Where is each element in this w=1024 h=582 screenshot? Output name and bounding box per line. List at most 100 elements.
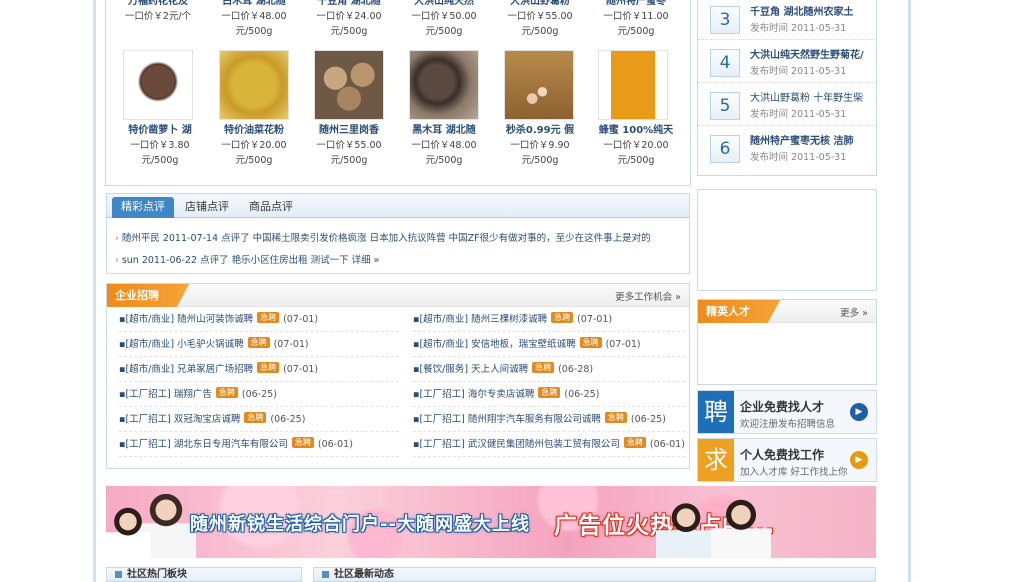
jobs-more-link[interactable]: 更多工作机会 »	[615, 289, 681, 303]
promo-employer[interactable]: 聘 企业免费找人才 欢迎注册发布招聘信息 ▶	[697, 390, 877, 434]
product-name[interactable]: 特价凿萝卜 湖	[114, 123, 206, 138]
ad-banner[interactable]: 随州新锐生活综合门户--大随网盛大上线 广告位火热抢占中...	[106, 486, 876, 558]
product-unit: 元/500g	[617, 155, 655, 166]
job-item[interactable]: ▪[工厂招工] 瑞翔广告 急聘 (06-25)	[119, 382, 399, 407]
product-unit: 元/500g	[330, 26, 368, 37]
tab-product-reviews[interactable]: 商品点评	[241, 197, 301, 218]
product-item[interactable]: 大洪山纯天然 一口价￥50.00 元/500g	[398, 0, 490, 39]
product-item[interactable]: 随州特产蜜枣 一口价￥11.00 元/500g	[590, 0, 682, 39]
product-item[interactable]: 随州三里岗香 一口价￥55.00 元/500g	[303, 123, 395, 168]
job-date: (06-25)	[270, 414, 306, 425]
product-name[interactable]: 白木耳 湖北随	[208, 0, 300, 9]
product-unit: 元/500g	[521, 155, 559, 166]
product-name[interactable]: 大洪山纯天然	[398, 0, 490, 9]
product-image-radish[interactable]	[123, 50, 193, 120]
review-item[interactable]: › 随州平民 2011-07-14 点评了 中国稀土限卖引发价格疯涨 日本加入抗…	[115, 230, 651, 244]
rank-title[interactable]: 随州特产蜜枣无核 洁肺	[750, 132, 874, 147]
job-title[interactable]: [工厂招工] 武汉健民集团随州包装工贸有限公司	[419, 439, 619, 450]
job-title[interactable]: [工厂招工] 瑞翔广告	[125, 389, 211, 400]
product-image-mushroom[interactable]	[314, 50, 384, 120]
jobseek-icon: 求	[698, 439, 734, 481]
product-name[interactable]: 大洪山野葛粉	[494, 0, 586, 9]
product-name[interactable]: 万福药花花及	[112, 0, 204, 9]
job-item[interactable]: ▪[工厂招工] 武汉健民集团随州包装工贸有限公司 急聘 (06-01)	[413, 432, 685, 457]
review-text[interactable]: 随州平民 2011-07-14 点评了 中国稀土限卖引发价格疯涨 日本加入抗议阵…	[122, 233, 651, 244]
product-name[interactable]: 秒杀0.99元 假	[494, 123, 586, 138]
ranking-item[interactable]: 5 大洪山野葛粉 十年野生柴 发布时间 2011-05-31	[698, 84, 876, 126]
urgent-badge: 急聘	[244, 412, 267, 423]
product-item[interactable]: 蜂蜜 100%纯天 一口价￥20.00 元/500g	[590, 123, 682, 168]
review-item[interactable]: › sun 2011-06-22 点评了 艳乐小区住房出租 测试一下 详细 »	[115, 252, 379, 266]
rank-date: 发布时间 2011-05-31	[750, 152, 847, 163]
job-date: (06-25)	[630, 414, 666, 425]
rank-title[interactable]: 千豆角 湖北随州农家土	[750, 3, 874, 18]
urgent-badge: 急聘	[551, 312, 574, 323]
promo-jobseeker[interactable]: 求 个人免费找工作 加入人才库 好工作找上你 ▶	[697, 438, 877, 482]
job-title[interactable]: [工厂招工] 海尔专卖店诚聘	[419, 389, 534, 400]
promo-title[interactable]: 个人免费找工作	[740, 446, 824, 463]
urgent-badge: 急聘	[215, 387, 238, 398]
tab-shop-reviews[interactable]: 店铺点评	[177, 197, 237, 218]
product-name[interactable]: 黑木耳 湖北随	[398, 123, 490, 138]
product-item[interactable]: 特价凿萝卜 湖 一口价￥3.80 元/500g	[114, 123, 206, 168]
section-hot-boards[interactable]: 社区热门板块	[106, 567, 302, 582]
arrow-right-icon[interactable]: ▶	[850, 403, 868, 421]
section-latest-news[interactable]: 社区最新动态	[313, 567, 876, 582]
job-item[interactable]: ▪[工厂招工] 湖北东日专用汽车有限公司 急聘 (06-01)	[119, 432, 399, 457]
job-item[interactable]: ▪[超市/商业] 兄弟家居广场招聘 急聘 (07-01)	[119, 357, 399, 382]
job-title[interactable]: [工厂招工] 双冠淘宝店诚聘	[125, 414, 240, 425]
job-title[interactable]: [餐饮/服务] 天上人间诚聘	[419, 364, 528, 375]
ranking-item[interactable]: 6 随州特产蜜枣无核 洁肺 发布时间 2011-05-31	[698, 127, 876, 169]
promo-title[interactable]: 企业免费找人才	[740, 398, 824, 415]
job-title[interactable]: [超市/商业] 随州山河装饰诚聘	[125, 314, 253, 325]
banner-person-left2	[106, 506, 150, 558]
rank-title[interactable]: 大洪山纯天然野生野菊花/	[750, 46, 874, 61]
product-image-eggs[interactable]	[504, 50, 574, 120]
job-title[interactable]: [超市/商业] 兄弟家居广场招聘	[125, 364, 253, 375]
ranking-item[interactable]: 4 大洪山纯天然野生野菊花/ 发布时间 2011-05-31	[698, 41, 876, 83]
banner-person-right	[656, 502, 716, 558]
product-name[interactable]: 特价油菜花粉	[208, 123, 300, 138]
job-title[interactable]: [超市/商业] 小毛驴火锅诚聘	[125, 339, 243, 350]
product-item[interactable]: 黑木耳 湖北随 一口价￥48.00 元/500g	[398, 123, 490, 168]
job-item[interactable]: ▪[超市/商业] 小毛驴火锅诚聘 急聘 (07-01)	[119, 332, 399, 357]
job-item[interactable]: ▪[餐饮/服务] 天上人间诚聘 急聘 (06-28)	[413, 357, 685, 382]
product-image-black-fungus[interactable]	[409, 50, 479, 120]
rank-number: 3	[710, 6, 740, 34]
rank-title[interactable]: 大洪山野葛粉 十年野生柴	[750, 89, 874, 104]
talent-panel: 精英人才 更多 »	[697, 299, 877, 385]
talent-more-link[interactable]: 更多 »	[840, 305, 868, 319]
product-price: 一口价￥20.00	[221, 140, 287, 151]
product-name[interactable]: 蜂蜜 100%纯天	[590, 123, 682, 138]
arrow-right-icon[interactable]: ▶	[850, 451, 868, 469]
talent-header: 精英人才 更多 »	[698, 300, 876, 323]
job-title[interactable]: [工厂招工] 随州翔宇汽车服务有限公司诚聘	[419, 414, 600, 425]
product-image-pollen[interactable]	[219, 50, 289, 120]
job-title[interactable]: [超市/商业] 安信地板，瑞宝壁纸诚聘	[419, 339, 575, 350]
product-item[interactable]: 万福药花花及 一口价￥2元/个	[112, 0, 204, 24]
tab-featured-reviews[interactable]: 精彩点评	[112, 197, 174, 218]
job-title[interactable]: [超市/商业] 随州三棵树漆诚聘	[419, 314, 547, 325]
job-item[interactable]: ▪[工厂招工] 双冠淘宝店诚聘 急聘 (06-25)	[119, 407, 399, 432]
product-item[interactable]: 千豆角 湖北随 一口价￥24.00 元/500g	[303, 0, 395, 39]
job-item[interactable]: ▪[超市/商业] 随州山河装饰诚聘 急聘 (07-01)	[119, 307, 399, 332]
review-text[interactable]: sun 2011-06-22 点评了 艳乐小区住房出租 测试一下 详细 »	[122, 255, 380, 266]
ranking-item[interactable]: 3 千豆角 湖北随州农家土 发布时间 2011-05-31	[698, 0, 876, 40]
job-item[interactable]: ▪[超市/商业] 安信地板，瑞宝壁纸诚聘 急聘 (07-01)	[413, 332, 685, 357]
page-frame-left	[93, 0, 96, 582]
job-title[interactable]: [工厂招工] 湖北东日专用汽车有限公司	[125, 439, 287, 450]
job-item[interactable]: ▪[工厂招工] 海尔专卖店诚聘 急聘 (06-25)	[413, 382, 685, 407]
job-item[interactable]: ▪[工厂招工] 随州翔宇汽车服务有限公司诚聘 急聘 (06-25)	[413, 407, 685, 432]
rank-date: 发布时间 2011-05-31	[750, 109, 847, 120]
product-name[interactable]: 随州三里岗香	[303, 123, 395, 138]
product-item[interactable]: 秒杀0.99元 假 一口价￥9.90 元/500g	[494, 123, 586, 168]
product-name[interactable]: 随州特产蜜枣	[590, 0, 682, 9]
urgent-badge: 急聘	[623, 437, 646, 448]
product-item[interactable]: 大洪山野葛粉 一口价￥55.00 元/500g	[494, 0, 586, 39]
product-image-honey[interactable]	[598, 50, 668, 120]
rank-number: 4	[710, 49, 740, 77]
product-name[interactable]: 千豆角 湖北随	[303, 0, 395, 9]
job-item[interactable]: ▪[超市/商业] 随州三棵树漆诚聘 急聘 (07-01)	[413, 307, 685, 332]
product-item[interactable]: 白木耳 湖北随 一口价￥48.00 元/500g	[208, 0, 300, 39]
product-item[interactable]: 特价油菜花粉 一口价￥20.00 元/500g	[208, 123, 300, 168]
